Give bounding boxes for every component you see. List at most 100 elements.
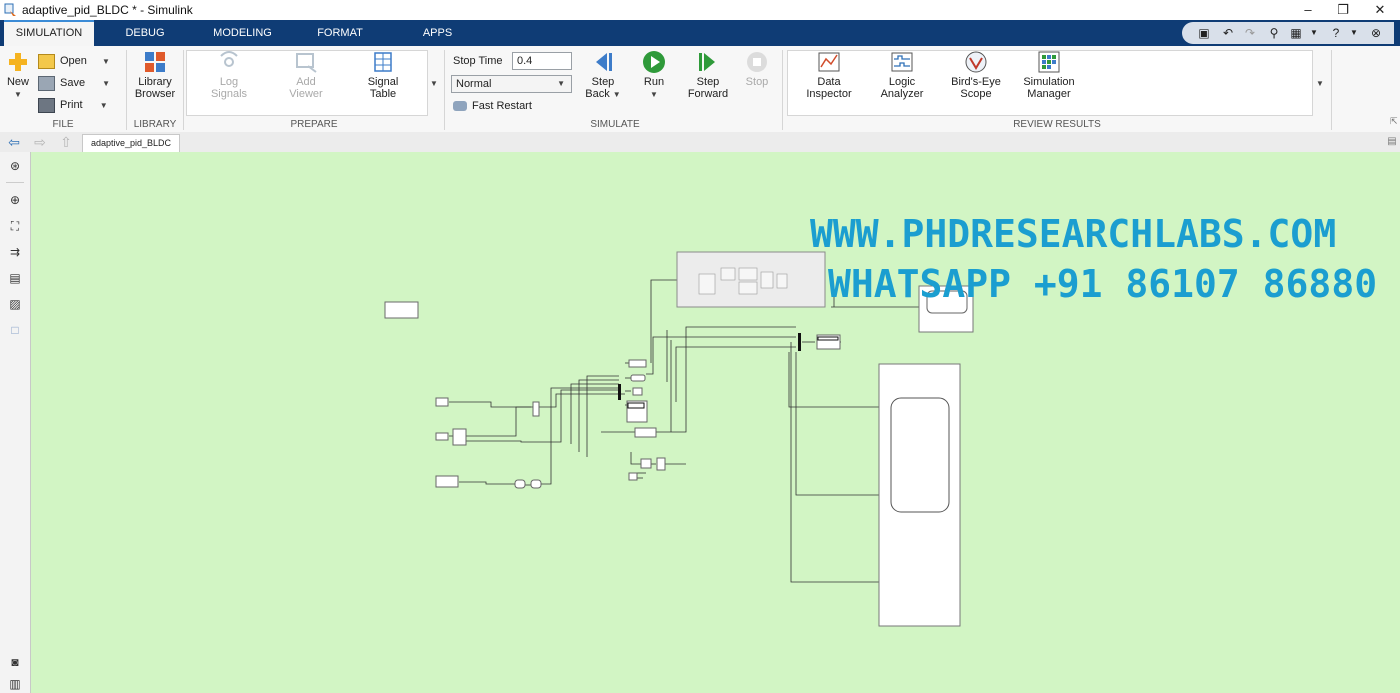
input-port-block[interactable] [435, 432, 449, 441]
folder-icon [38, 53, 55, 69]
add-viewer-icon [296, 53, 317, 73]
library-icon [145, 52, 165, 72]
source-block[interactable] [435, 475, 459, 488]
area-icon[interactable]: □ [7, 322, 23, 338]
log-signals-button[interactable]: Log Signals [206, 50, 252, 100]
fast-restart-button[interactable]: Fast Restart [453, 97, 532, 115]
prepare-expand-icon[interactable]: ▼ [430, 79, 438, 88]
print-button[interactable]: Print ▼ [38, 96, 108, 114]
log-signals-icon [220, 51, 238, 67]
signal-arrows-icon[interactable]: ⇉ [7, 244, 23, 260]
conversion-block[interactable] [530, 479, 542, 489]
logic-analyzer-button[interactable]: Logic Analyzer [876, 50, 928, 100]
open-button[interactable]: Open ▼ [38, 52, 110, 70]
library-label-2: Browser [134, 88, 176, 100]
open-label: Open [60, 55, 87, 67]
simulation-mode-value: Normal [456, 78, 492, 90]
up-arrow-icon[interactable]: ⇧ [58, 134, 74, 150]
camera-icon[interactable]: ◙ [7, 654, 23, 670]
stop-time-label: Stop Time [453, 55, 503, 67]
model-tab[interactable]: adaptive_pid_BLDC [82, 134, 181, 152]
add-viewer-button[interactable]: Add Viewer [283, 50, 329, 100]
tool-palette: ⊛ ⊕ ⛶ ⇉ ▤ ▨ □ ◙ ▥ [0, 152, 31, 693]
logic-analyzer-icon [891, 52, 913, 72]
stop-icon [747, 52, 767, 72]
terminator-block[interactable] [628, 472, 638, 481]
close-button[interactable]: ✕ [1368, 2, 1392, 18]
simulation-manager-label-1: Simulation [1023, 76, 1075, 88]
relay-block[interactable] [640, 458, 652, 469]
new-button[interactable]: New ▼ [4, 50, 32, 100]
collapse-icon[interactable]: ⊗ [1368, 25, 1384, 41]
print-icon [38, 97, 55, 113]
help-icon[interactable]: ? [1328, 25, 1344, 41]
stop-button[interactable]: Stop [740, 50, 774, 88]
simulation-manager-button[interactable]: Simulation Manager [1020, 50, 1078, 100]
chevron-down-icon[interactable]: ▼ [1346, 25, 1362, 41]
save-button[interactable]: Save ▼ [38, 74, 110, 92]
back-arrow-icon[interactable]: ⇦ [6, 134, 22, 150]
run-button[interactable]: Run ▼ [636, 50, 672, 100]
tab-simulation[interactable]: SIMULATION [4, 20, 94, 46]
separator [126, 50, 127, 130]
undo-icon[interactable]: ↶ [1220, 25, 1236, 41]
stop-time-input[interactable]: 0.4 [512, 52, 572, 70]
simulink-icon [4, 3, 16, 16]
annotation-icon[interactable]: ▤ [7, 270, 23, 286]
add-label-1: Add [296, 76, 316, 88]
signal-table-button[interactable]: Signal Table [360, 50, 406, 100]
switch-header [627, 402, 645, 409]
layout-icon[interactable]: ▦ [1288, 25, 1304, 41]
step-back-button[interactable]: Step Back ▼ [582, 50, 624, 100]
restore-button[interactable]: ❐ [1331, 2, 1355, 18]
chevron-down-icon[interactable]: ▼ [1306, 25, 1322, 41]
tab-format[interactable]: FORMAT [305, 20, 375, 46]
gain-block[interactable] [628, 359, 647, 368]
ribbon: New ▼ Open ▼ Save ▼ Print ▼ FILE Library … [0, 46, 1400, 133]
tab-apps[interactable]: APPS [405, 20, 470, 46]
conversion-block[interactable] [514, 479, 526, 489]
review-expand-icon[interactable]: ▼ [1316, 79, 1324, 88]
fit-view-icon[interactable]: ⛶ [7, 218, 23, 234]
save-label: Save [60, 77, 86, 89]
stop-label: Stop [745, 76, 769, 88]
product-block[interactable] [656, 457, 666, 471]
constant-block[interactable] [384, 301, 419, 319]
search-icon[interactable]: ⚲ [1266, 25, 1282, 41]
log-label-2: Signals [210, 88, 248, 100]
mux-block[interactable] [618, 384, 621, 400]
review-group-label: REVIEW RESULTS [1013, 119, 1101, 130]
relational-block[interactable] [632, 387, 643, 396]
step-forward-button[interactable]: Step Forward [686, 50, 730, 100]
save-icon[interactable]: ▣ [1196, 25, 1212, 41]
simulation-manager-label-2: Manager [1027, 88, 1071, 100]
data-inspector-button[interactable]: Data Inspector [802, 50, 856, 100]
forward-arrow-icon[interactable]: ⇨ [32, 134, 48, 150]
document-tab-strip: ⇦ ⇨ ⇧ adaptive_pid_BLDC ▤ [0, 132, 1400, 153]
zoom-icon[interactable]: ⊕ [7, 192, 23, 208]
step-forward-icon [699, 53, 715, 71]
redo-icon[interactable]: ↷ [1242, 25, 1258, 41]
tab-debug[interactable]: DEBUG [110, 20, 180, 46]
mux-block[interactable] [798, 333, 801, 351]
new-icon [9, 53, 27, 71]
tab-menu-icon[interactable]: ▤ [1384, 134, 1400, 150]
gain-block[interactable] [452, 428, 467, 446]
model-canvas[interactable]: WWW.PHDRESEARCHLABS.COM WHATSAPP +91 861… [31, 152, 1400, 693]
quick-access-toolbar: ▣ ↶ ↷ ⚲ ▦ ▼ ? ▼ ⊗ [1182, 22, 1394, 44]
logic-block[interactable] [630, 374, 646, 382]
birds-eye-scope-button[interactable]: Bird's-Eye Scope [948, 50, 1004, 100]
sum-block[interactable] [532, 401, 540, 417]
property-inspector-icon[interactable]: ▥ [7, 676, 23, 692]
integrator-block[interactable] [634, 427, 657, 438]
tab-modeling[interactable]: MODELING [205, 20, 280, 46]
hide-show-icon[interactable]: ⊛ [7, 158, 23, 174]
minimize-button[interactable]: – [1296, 2, 1320, 18]
image-icon[interactable]: ▨ [7, 296, 23, 312]
input-port-block[interactable] [435, 397, 449, 407]
simulation-mode-select[interactable]: Normal ▼ [451, 75, 572, 93]
file-group-label: FILE [52, 119, 74, 130]
collapse-ribbon-icon[interactable]: ⇱ [1390, 116, 1398, 127]
library-browser-button[interactable]: Library Browser [132, 50, 178, 100]
step-forward-label-2: Forward [687, 88, 729, 100]
